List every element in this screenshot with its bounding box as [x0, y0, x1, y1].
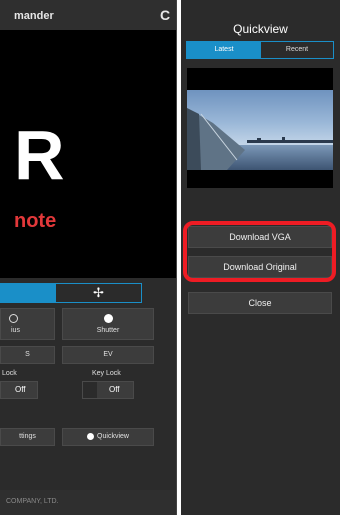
- quickview-icon: [87, 432, 95, 440]
- tab-mode-primary[interactable]: [1, 284, 56, 302]
- preview-logo-letter: R: [14, 116, 65, 194]
- tab-latest[interactable]: Latest: [187, 42, 261, 58]
- app-title: mander: [14, 10, 54, 22]
- photo-image: [187, 68, 333, 188]
- copyright-text: COMPANY, LTD.: [6, 498, 59, 505]
- focus-label: ius: [11, 327, 20, 334]
- shutter-label: Shutter: [96, 327, 120, 334]
- key-lock-label: Key Lock: [92, 370, 121, 377]
- camera-control-panel: mander C R note ✢ ius Shutter S EV Lock …: [0, 0, 177, 515]
- mode-tabs: ✢: [0, 283, 142, 303]
- quickview-button[interactable]: Quickview: [62, 428, 154, 446]
- latest-photo-thumbnail: [187, 68, 333, 188]
- settings-button[interactable]: ttings: [0, 428, 55, 446]
- quickview-tabs: Latest Recent: [186, 41, 334, 59]
- live-view-preview: R note: [0, 30, 176, 278]
- app-header: mander C: [0, 0, 176, 30]
- iso-button[interactable]: S: [0, 346, 55, 364]
- lock-toggle[interactable]: Off: [0, 381, 38, 399]
- tab-recent[interactable]: Recent: [261, 42, 333, 58]
- panel-title: Quickview: [233, 22, 288, 36]
- key-lock-knob: [83, 382, 97, 398]
- close-button[interactable]: Close: [188, 292, 332, 314]
- key-lock-toggle-value: Off: [109, 385, 120, 394]
- footer: COMPANY, LTD.: [0, 490, 176, 515]
- key-lock-toggle[interactable]: Off: [82, 381, 134, 399]
- focus-button[interactable]: ius: [0, 308, 55, 340]
- focus-icon: [9, 314, 18, 323]
- preview-logo-word: note: [14, 210, 57, 232]
- lock-toggle-value: Off: [15, 385, 26, 394]
- refresh-icon[interactable]: C: [160, 7, 170, 23]
- quickview-label: Quickview: [97, 433, 129, 440]
- shutter-icon: [104, 314, 113, 323]
- shutter-button[interactable]: Shutter: [62, 308, 154, 340]
- highlight-outline: [183, 221, 336, 282]
- lock-label: Lock: [2, 370, 17, 377]
- ev-button[interactable]: EV: [62, 346, 154, 364]
- move-icon[interactable]: ✢: [56, 284, 141, 302]
